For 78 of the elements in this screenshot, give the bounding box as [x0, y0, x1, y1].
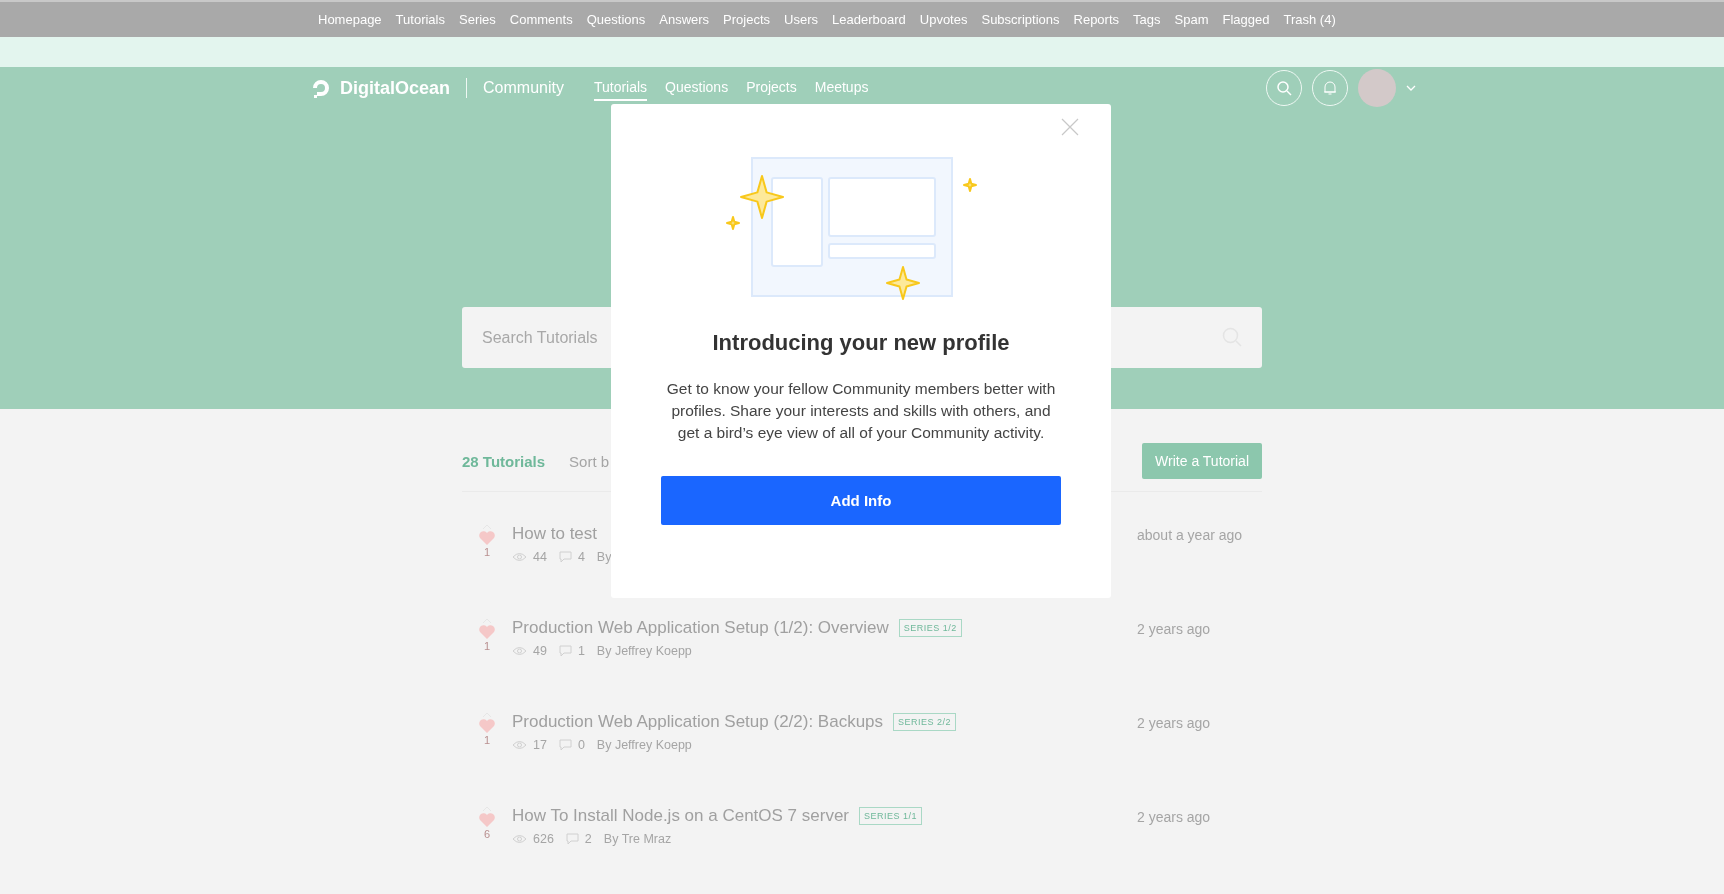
- sort-label[interactable]: Sort b: [569, 452, 610, 470]
- vote-count: 6: [483, 828, 491, 840]
- search-icon: [1276, 80, 1292, 96]
- nav-tab[interactable]: Meetups: [814, 75, 869, 101]
- eye-icon: [512, 552, 527, 562]
- comment-icon: [565, 833, 579, 845]
- author-name[interactable]: By Jeffrey Koepp: [596, 644, 692, 658]
- upvote-caret-icon[interactable]: [482, 806, 492, 812]
- view-count: 626: [533, 832, 554, 846]
- heart-icon[interactable]: [478, 718, 496, 734]
- comment-count: 2: [584, 832, 592, 846]
- admin-nav-link[interactable]: Leaderboard: [832, 12, 906, 27]
- series-tag: SERIES 1/1: [859, 807, 923, 825]
- tutorial-title[interactable]: How To Install Node.js on a CentOS 7 server: [512, 806, 849, 826]
- vote-count: 1: [483, 546, 491, 558]
- nav-tab[interactable]: Projects: [746, 75, 797, 101]
- comment-icon: [558, 739, 572, 751]
- author-name[interactable]: By: [596, 550, 612, 564]
- comment-count: 0: [577, 738, 585, 752]
- post-time: 2 years ago: [1137, 620, 1212, 637]
- post-time: 2 years ago: [1137, 808, 1212, 825]
- eye-icon: [512, 740, 527, 750]
- tutorial-title[interactable]: How to test: [512, 524, 598, 544]
- tutorial-title[interactable]: Production Web Application Setup (1/2): Overview: [512, 618, 889, 638]
- logo-text: DigitalOcean: [340, 77, 451, 99]
- vote-count: 1: [483, 640, 491, 652]
- post-time: 2 years ago: [1137, 714, 1212, 731]
- admin-nav-link[interactable]: Questions: [586, 12, 646, 27]
- tutorial-title[interactable]: Production Web Application Setup (2/2): Backups: [512, 712, 884, 732]
- dialog-title: Introducing your new profile: [712, 330, 1010, 356]
- heart-icon[interactable]: [478, 812, 496, 828]
- author-name[interactable]: By Jeffrey Koepp: [596, 738, 692, 752]
- view-count: 44: [533, 550, 547, 564]
- admin-nav-link[interactable]: Series: [459, 12, 496, 27]
- admin-nav-link[interactable]: Comments: [509, 12, 573, 27]
- admin-nav-link[interactable]: Homepage: [318, 12, 382, 27]
- admin-nav-link[interactable]: Subscriptions: [981, 12, 1060, 27]
- heart-icon[interactable]: [478, 624, 496, 640]
- close-icon: [1061, 118, 1079, 136]
- admin-nav-link[interactable]: Tutorials: [395, 12, 445, 27]
- heart-icon[interactable]: [478, 530, 496, 546]
- series-tag: SERIES 1/2: [898, 619, 962, 637]
- comment-icon: [558, 551, 572, 563]
- avatar[interactable]: [1358, 69, 1396, 107]
- upvote-caret-icon[interactable]: [482, 524, 492, 530]
- nav-tab[interactable]: Questions: [665, 75, 729, 101]
- comment-count: 1: [577, 644, 585, 658]
- logo-icon: [310, 77, 332, 99]
- caret-icon[interactable]: [1406, 85, 1416, 91]
- series-tag: SERIES 2/2: [893, 713, 957, 731]
- post-time: about a year ago: [1137, 526, 1244, 543]
- admin-nav-link[interactable]: Projects: [723, 12, 771, 27]
- admin-nav-link[interactable]: Upvotes: [919, 12, 968, 27]
- dialog-text: Get to know your fellow Community members better with profiles. Share your interests and skills with others, and get a bird’s eye view of all of your Community activity.: [665, 379, 1057, 443]
- author-name[interactable]: By Tre Mraz: [603, 832, 672, 846]
- admin-nav-link[interactable]: Reports: [1073, 12, 1120, 27]
- eye-icon: [512, 646, 527, 656]
- upvote-caret-icon[interactable]: [482, 712, 492, 718]
- tutorial-count: 28 Tutorials: [462, 452, 546, 470]
- admin-nav-link[interactable]: Trash (4): [1283, 12, 1336, 27]
- close-button[interactable]: [1061, 118, 1079, 136]
- bell-icon: [1323, 80, 1337, 96]
- nav-tab[interactable]: Tutorials: [593, 75, 648, 101]
- admin-nav-link[interactable]: Spam: [1174, 12, 1209, 27]
- admin-nav-link[interactable]: Tags: [1133, 12, 1161, 27]
- admin-nav-link[interactable]: Users: [784, 12, 819, 27]
- write-tutorial-button[interactable]: Write a Tutorial: [1142, 443, 1262, 479]
- comment-count: 4: [577, 550, 585, 564]
- admin-nav-link[interactable]: Answers: [659, 12, 710, 27]
- eye-icon: [512, 834, 527, 844]
- view-count: 49: [533, 644, 547, 658]
- add-info-button[interactable]: Add Info: [661, 476, 1061, 525]
- vote-count: 1: [483, 734, 491, 746]
- comment-icon: [558, 645, 572, 657]
- view-count: 17: [533, 738, 547, 752]
- upvote-caret-icon[interactable]: [482, 618, 492, 624]
- admin-nav-link[interactable]: Flagged: [1222, 12, 1270, 27]
- section-title: Community: [483, 79, 564, 97]
